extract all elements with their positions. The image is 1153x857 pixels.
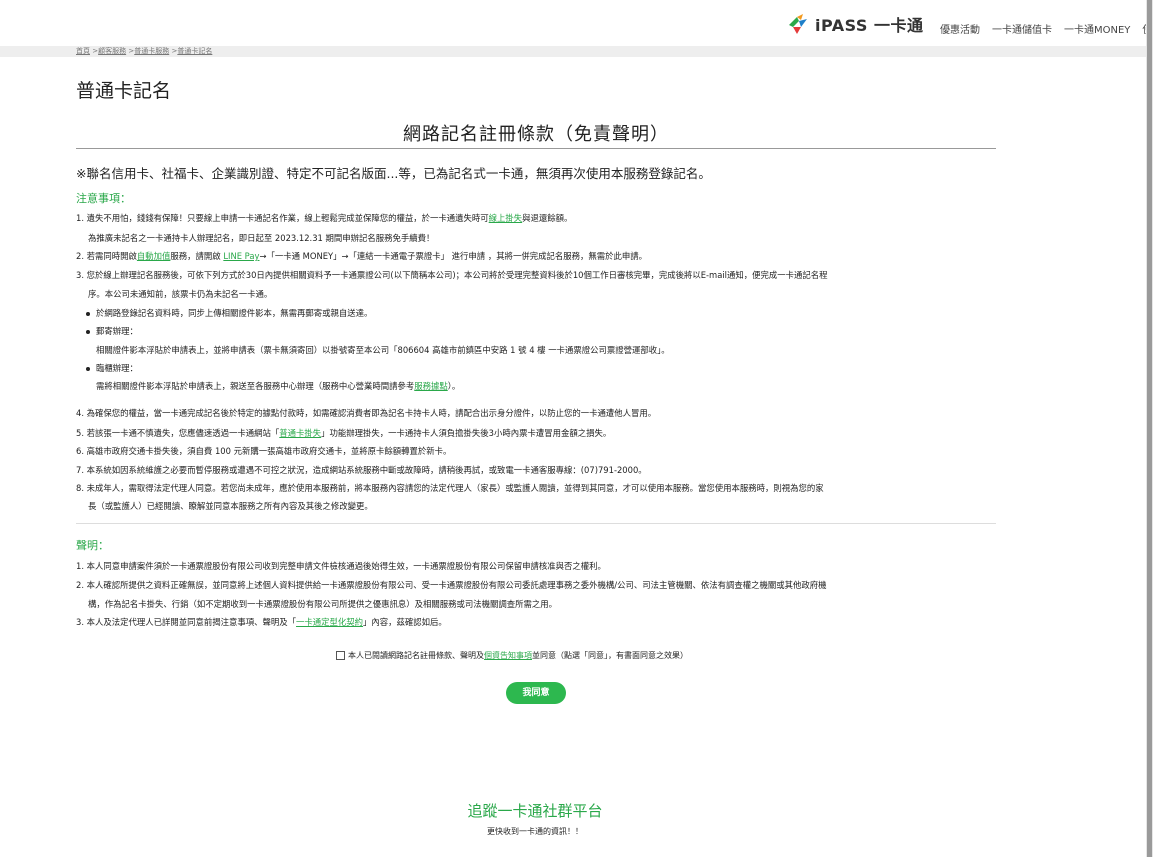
note-item-8: 8. 未成年人，需取得法定代理人同意。若您尚未成年，應於使用本服務前，將本服務內… bbox=[76, 483, 824, 493]
title-divider bbox=[76, 148, 996, 149]
vertical-scrollbar[interactable] bbox=[1146, 0, 1153, 857]
bullet-icon bbox=[86, 311, 90, 316]
agree-button[interactable]: 我同意 bbox=[506, 682, 566, 704]
breadcrumb-regular-card-service[interactable]: 普通卡服務 bbox=[134, 47, 169, 55]
breadcrumb-card-registration[interactable]: 普通卡記名 bbox=[177, 47, 212, 55]
page-title: 普通卡記名 bbox=[76, 80, 172, 102]
scrollbar-thumb[interactable] bbox=[1147, 0, 1152, 857]
note-item-5: 5. 若該張一卡通不慎遺失，您應儘速透過一卡通網站「普通卡掛失」功能辦理掛失，一… bbox=[76, 428, 612, 438]
note-item-7: 7. 本系統如因系統維護之必要而暫停服務或遭遇不可控之狀況，造成網站系統服務中斷… bbox=[76, 465, 647, 475]
note-item-3-line2: 序。本公司未通知前，該票卡仍為未記名一卡通。 bbox=[88, 289, 273, 299]
top-nav: 優惠活動 一卡通儲值卡 一卡通MONEY 使 bbox=[940, 21, 1152, 36]
declaration-item-3: 3. 本人及法定代理人已詳閱並同意前揭注意事項、聲明及「一卡通定型化契約」內容，… bbox=[76, 617, 447, 627]
declaration-heading: 聲明： bbox=[76, 539, 109, 552]
ipass-logo-icon bbox=[787, 13, 811, 35]
privacy-notice-link[interactable]: 個資告知事項 bbox=[484, 650, 532, 661]
agree-checkbox[interactable] bbox=[336, 651, 345, 660]
lost-card-online-link[interactable]: 線上掛失 bbox=[489, 213, 523, 223]
note-item-1-promo: 為推廣未記名之一卡通持卡人辦理記名，即日起至 2023.12.31 期間申辦記名… bbox=[88, 233, 435, 243]
site-header: iPASS 一卡通 優惠活動 一卡通儲值卡 一卡通MONEY 使 bbox=[0, 0, 1152, 46]
breadcrumb: 首頁 >顧客服務 >普通卡服務 >普通卡記名 bbox=[76, 47, 213, 55]
ipass-logo[interactable]: iPASS 一卡通 bbox=[787, 12, 924, 36]
mail-instructions: 相關證件影本浮貼於申請表上，並將申請表（票卡無須寄回）以掛號寄至本公司「8066… bbox=[96, 345, 670, 355]
note-item-1: 1. 遺失不用怕，錢錢有保障！只要線上申請一卡通記名作業，線上輕鬆完成並保障您的… bbox=[76, 213, 573, 223]
nav-item-ipass-money[interactable]: 一卡通MONEY bbox=[1064, 21, 1130, 36]
notes-heading: 注意事項： bbox=[76, 192, 131, 205]
bullet-icon bbox=[86, 329, 90, 334]
standard-contract-link[interactable]: 一卡通定型化契約 bbox=[296, 617, 363, 627]
counter-instructions: 需將相關證件影本浮貼於申請表上，親送至各服務中心辦理（服務中心營業時間請參考服務… bbox=[96, 381, 461, 391]
social-heading: 追蹤一卡通社群平台 bbox=[467, 802, 603, 820]
note-item-6: 6. 高雄市政府交通卡掛失後，須自費 100 元新購一張高雄市政府交通卡，並將原… bbox=[76, 446, 452, 456]
declaration-item-2: 2. 本人確認所提供之資料正確無誤，並同意將上述個人資料提供給一卡通票證股份有限… bbox=[76, 580, 827, 590]
note-item-8-line2: 長（或監護人）已經閱讀、瞭解並同意本服務之所有內容及其後之修改變更。 bbox=[88, 501, 373, 511]
list-item: 郵寄辦理： bbox=[86, 322, 138, 341]
breadcrumb-customer-service[interactable]: 顧客服務 bbox=[98, 47, 126, 55]
terms-title: 網路記名註冊條款（免責聲明） bbox=[403, 124, 669, 145]
nav-item-stored-value-card[interactable]: 一卡通儲值卡 bbox=[992, 21, 1052, 36]
bullet-icon bbox=[86, 366, 90, 371]
breadcrumb-bar: 首頁 >顧客服務 >普通卡服務 >普通卡記名 bbox=[0, 46, 1146, 57]
list-item: 於網路登錄記名資料時，同步上傳相關證件影本，無需再郵寄或親自送達。 bbox=[86, 304, 372, 323]
nav-item-promotions[interactable]: 優惠活動 bbox=[940, 21, 980, 36]
declaration-item-1: 1. 本人同意申請案件須於一卡通票證股份有限公司收到完整申請文件檢核通過後始得生… bbox=[76, 561, 606, 571]
social-subtitle: 更快收到一卡通的資訊！！ bbox=[487, 827, 583, 836]
service-locations-link[interactable]: 服務據點 bbox=[414, 381, 448, 391]
logo-text: iPASS 一卡通 bbox=[815, 16, 924, 35]
line-pay-link[interactable]: LINE Pay bbox=[223, 251, 259, 261]
note-item-2: 2. 若需同時開啟自動加值服務，請開啟 LINE Pay→「一卡通 MONEY」… bbox=[76, 251, 647, 261]
section-divider bbox=[76, 523, 996, 524]
declaration-item-2-line2: 構，作為記名卡掛失、行銷（如不定期收到一卡通票證股份有限公司所提供之優惠訊息）及… bbox=[88, 599, 557, 609]
registration-notice: ※聯名信用卡、社福卡、企業識別證、特定不可記名版面...等，已為記名式一卡通，無… bbox=[76, 166, 711, 181]
report-lost-card-link[interactable]: 普通卡掛失 bbox=[279, 428, 321, 438]
list-item: 臨櫃辦理： bbox=[86, 359, 138, 378]
note-item-4: 4. 為確保您的權益，當一卡通完成記名後於特定的據點付款時，如需確認消費者即為記… bbox=[76, 408, 657, 418]
note-item-3: 3. 您於線上辦理記名服務後，可依下列方式於30日內提供相關資料予一卡通票證公司… bbox=[76, 270, 828, 280]
auto-reload-link[interactable]: 自動加值 bbox=[137, 251, 171, 261]
breadcrumb-home[interactable]: 首頁 bbox=[76, 47, 90, 55]
agree-checkbox-row: 本人已閱讀網路記名註冊條款、聲明及 個資告知事項 並同意（點選「同意」，有書面同意之… bbox=[336, 650, 688, 661]
